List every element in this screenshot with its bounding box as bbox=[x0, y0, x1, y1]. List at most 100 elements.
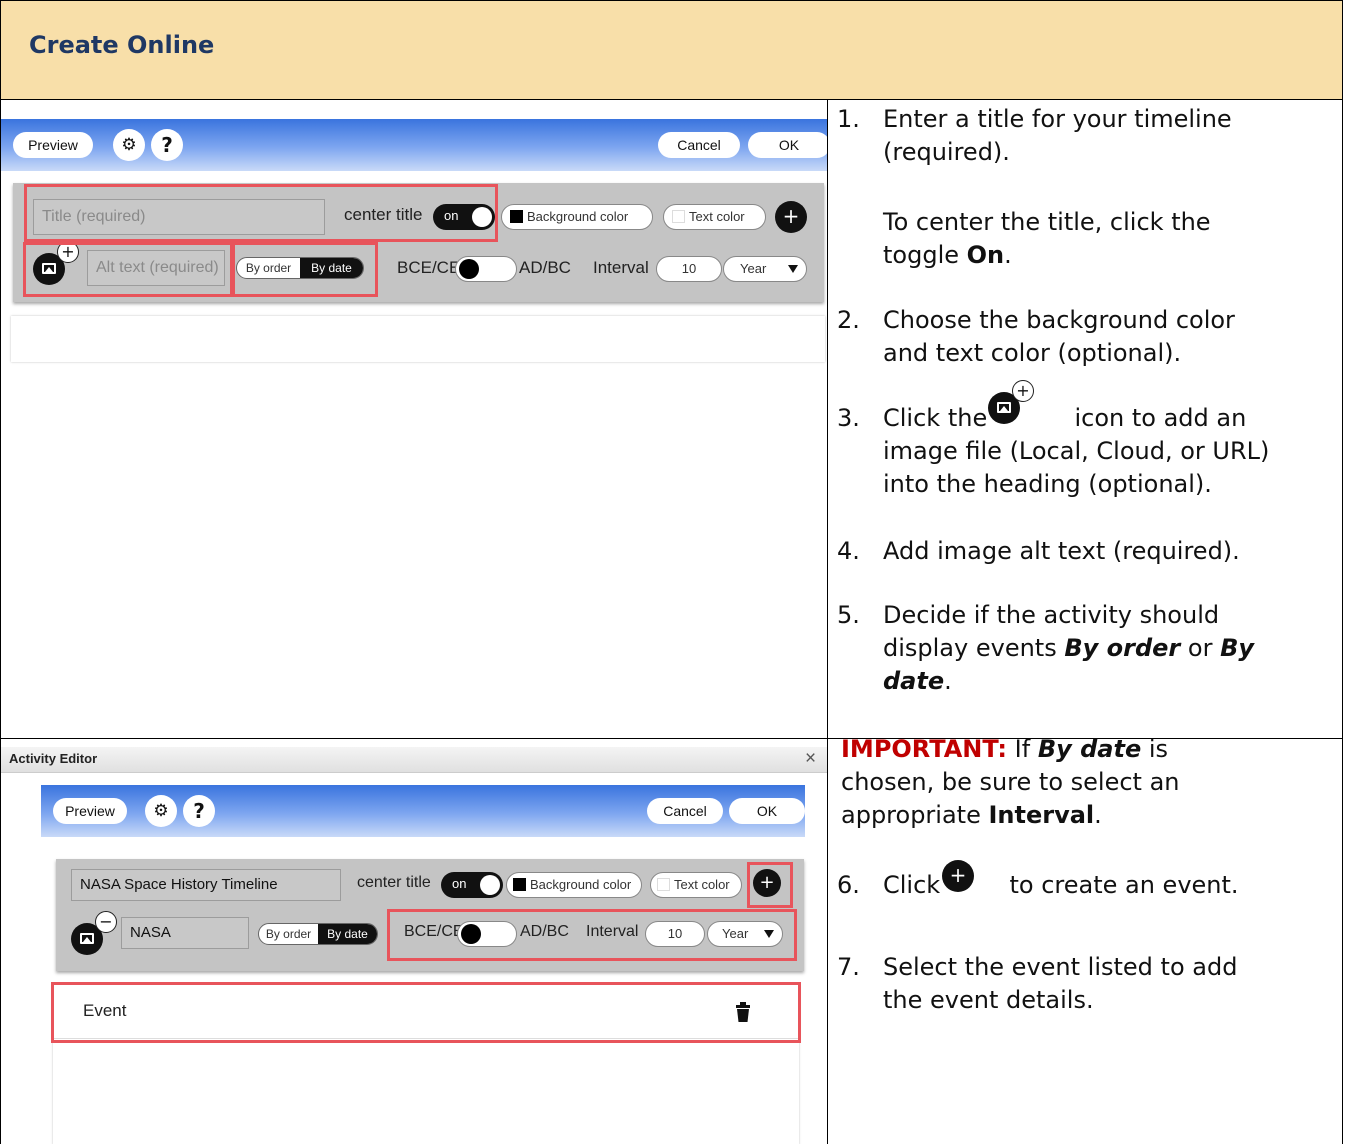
cancel-button[interactable]: Cancel bbox=[658, 132, 740, 158]
step-line: the event details. bbox=[883, 986, 1094, 1014]
unit-select[interactable]: Year bbox=[723, 256, 807, 282]
event-list bbox=[11, 316, 825, 362]
step-number: 5. bbox=[837, 601, 860, 629]
step-line: icon to add an bbox=[1074, 404, 1247, 432]
step-1-note: To center the title, click the toggle On… bbox=[837, 206, 1337, 276]
color-swatch bbox=[510, 210, 523, 223]
era-toggle[interactable] bbox=[455, 256, 517, 282]
step-text: To center the title, click the toggle On… bbox=[883, 206, 1211, 272]
by-date-option[interactable]: By date bbox=[318, 924, 377, 944]
order-mode-switch[interactable]: By order By date bbox=[258, 923, 378, 945]
background-color-label: Background color bbox=[527, 209, 629, 224]
instruction-table: Create Online Preview ⚙ ? Cancel OK Titl… bbox=[0, 0, 1345, 1144]
center-title-toggle[interactable]: on bbox=[441, 872, 503, 898]
instructions-1: 1. Enter a title for your timeline (requ… bbox=[827, 99, 1343, 739]
punct: . bbox=[1094, 801, 1102, 829]
important-label: IMPORTANT: bbox=[841, 735, 1008, 763]
step-number: 7. bbox=[837, 953, 860, 981]
highlight-add bbox=[747, 862, 793, 908]
toggle-knob bbox=[480, 875, 500, 895]
punct: . bbox=[944, 667, 952, 695]
step-text: Enter a title for your timeline (require… bbox=[883, 103, 1232, 169]
step-text: Choose the background color and text col… bbox=[883, 304, 1235, 370]
table-header: Create Online bbox=[0, 0, 1343, 100]
interval-input[interactable]: 10 bbox=[656, 256, 722, 282]
window-titlebar: Activity Editor × bbox=[1, 747, 827, 773]
interval-label: Interval bbox=[593, 258, 649, 277]
step-line: To center the title, click the bbox=[883, 208, 1211, 236]
step-line: Click bbox=[883, 871, 941, 899]
step-text: Decide if the activity should display ev… bbox=[883, 599, 1254, 698]
cancel-button[interactable]: Cancel bbox=[647, 798, 723, 824]
ok-button[interactable]: OK bbox=[748, 132, 830, 158]
add-event-button[interactable]: + bbox=[775, 201, 807, 233]
chevron-down-icon bbox=[788, 265, 798, 273]
step-number: 6. bbox=[837, 871, 860, 899]
editor-toolbar: Preview ⚙ ? Cancel OK bbox=[41, 785, 805, 837]
image-icon bbox=[997, 402, 1011, 413]
step-number: 1. bbox=[837, 105, 860, 133]
alt-text-input[interactable]: NASA bbox=[121, 917, 249, 949]
important-note: IMPORTANT: If By date is chosen, be sure… bbox=[841, 733, 1341, 843]
color-swatch bbox=[657, 878, 670, 891]
ad-bc-label: AD/BC bbox=[519, 258, 571, 277]
text-color-button[interactable]: Text color bbox=[650, 872, 742, 898]
step-3: 3. Click the icon to add an image file (… bbox=[837, 402, 1337, 512]
step-line: display events bbox=[883, 634, 1065, 662]
help-button[interactable]: ? bbox=[183, 795, 215, 827]
help-button[interactable]: ? bbox=[151, 129, 183, 161]
preview-button[interactable]: Preview bbox=[53, 798, 127, 824]
step-number: 4. bbox=[837, 537, 860, 565]
color-swatch bbox=[513, 878, 526, 891]
instructions-2: IMPORTANT: If By date is chosen, be sure… bbox=[827, 735, 1343, 1144]
step-text: Click the icon to add an image file (Loc… bbox=[883, 402, 1269, 501]
step-4: 4. Add image alt text (required). bbox=[837, 535, 1337, 571]
background-color-button[interactable]: Background color bbox=[506, 872, 642, 898]
background-color-button[interactable]: Background color bbox=[501, 204, 653, 230]
toggle-text: on bbox=[452, 876, 467, 891]
text-color-button[interactable]: Text color bbox=[663, 204, 766, 230]
step-number: 3. bbox=[837, 404, 860, 432]
step-line: Decide if the activity should bbox=[883, 601, 1220, 629]
by-date-emphasis: By bbox=[1220, 634, 1255, 662]
highlight-order bbox=[232, 242, 378, 297]
step-line: image file (Local, Cloud, or URL) bbox=[883, 437, 1270, 465]
step-line: (required). bbox=[883, 138, 1010, 166]
toggle-knob bbox=[459, 259, 479, 279]
highlight-interval bbox=[387, 909, 797, 961]
by-date-emphasis: By date bbox=[1037, 735, 1142, 763]
step-text: Select the event listed to add the event… bbox=[883, 951, 1237, 1017]
remove-image-button[interactable]: − bbox=[71, 911, 117, 955]
highlight-title bbox=[24, 184, 498, 242]
section-title: Create Online bbox=[29, 31, 215, 59]
punct: . bbox=[1004, 241, 1012, 269]
gear-icon[interactable]: ⚙ bbox=[145, 795, 177, 827]
ok-button[interactable]: OK bbox=[729, 798, 805, 824]
step-line: into the heading (optional). bbox=[883, 470, 1212, 498]
close-icon[interactable]: × bbox=[805, 748, 816, 770]
step-line: or bbox=[1180, 634, 1221, 662]
note-text: appropriate bbox=[841, 801, 989, 829]
step-line: Select the event listed to add bbox=[883, 953, 1238, 981]
gear-icon[interactable]: ⚙ bbox=[113, 129, 145, 161]
step-line: Choose the background color bbox=[883, 306, 1235, 334]
preview-button[interactable]: Preview bbox=[13, 132, 93, 158]
by-order-option[interactable]: By order bbox=[259, 924, 318, 944]
note-text: is bbox=[1141, 735, 1169, 763]
highlight-image bbox=[23, 242, 233, 297]
add-event-icon: + bbox=[942, 860, 974, 892]
step-2: 2. Choose the background color and text … bbox=[837, 304, 1337, 374]
plus-badge-icon: + bbox=[1012, 380, 1034, 402]
by-date-emphasis: date bbox=[883, 667, 945, 695]
note-text: chosen, be sure to select an bbox=[841, 768, 1180, 796]
step-5: 5. Decide if the activity should display… bbox=[837, 599, 1337, 709]
title-input[interactable]: NASA Space History Timeline bbox=[71, 869, 341, 901]
note-text: If bbox=[1007, 735, 1038, 763]
on-emphasis: On bbox=[966, 241, 1005, 269]
step-7: 7. Select the event listed to add the ev… bbox=[837, 951, 1337, 1021]
window-title: Activity Editor bbox=[9, 751, 98, 766]
step-line: and text color (optional). bbox=[883, 339, 1182, 367]
step-number: 2. bbox=[837, 306, 860, 334]
minus-badge-icon: − bbox=[95, 911, 117, 933]
text-color-label: Text color bbox=[674, 877, 730, 892]
